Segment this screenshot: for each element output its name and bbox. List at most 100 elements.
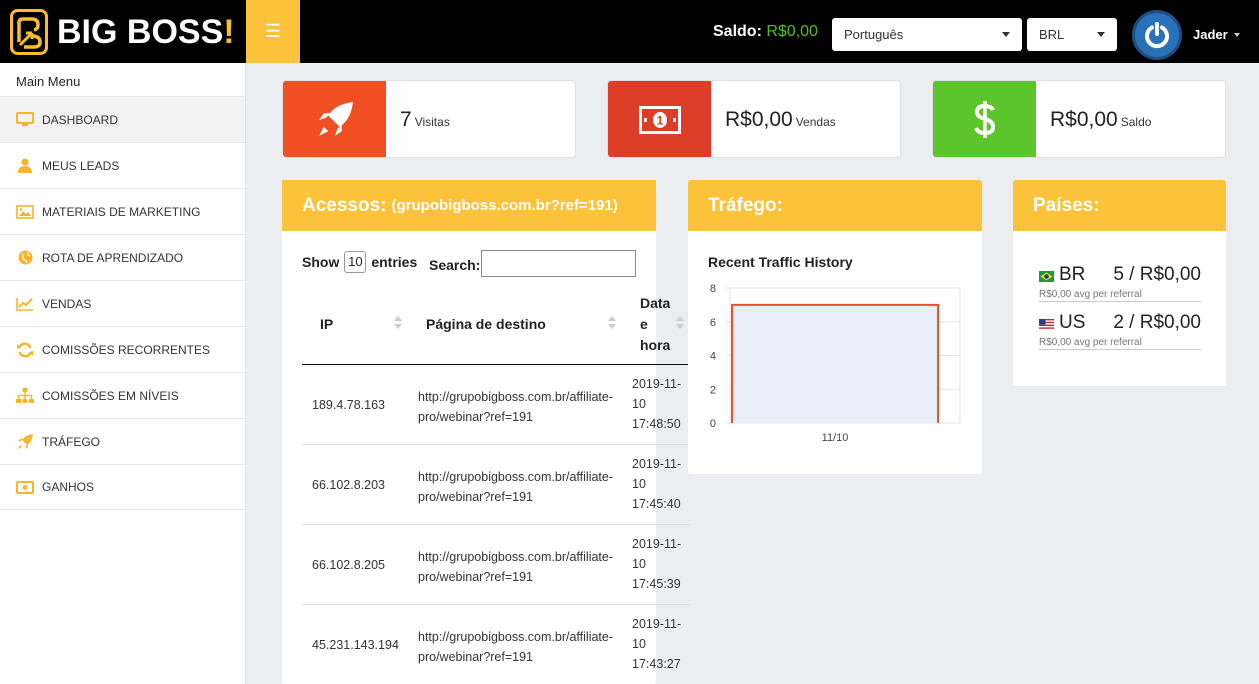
money-bill-icon: 1 [638,106,681,134]
money-icon [16,479,34,495]
stat-value: R$0,00 [725,108,793,131]
us-flag-icon [1039,319,1054,330]
traffic-chart: 0 2 4 6 8 11/10 [710,283,961,444]
cell-url: http://grupobigboss.com.br/affiliate-pro… [418,630,614,664]
image-icon [16,204,34,220]
brand-logo[interactable]: BIG BOSS! [10,9,242,55]
rocket-icon [16,433,34,450]
sidebar-item-meus-leads[interactable]: MEUS LEADS [0,142,245,188]
sidebar: Main Menu DASHBOARD MEUS LEADS MATERIAIS… [0,63,246,684]
cell-datetime: 2019-11-10 17:43:27 [632,617,682,671]
menu-toggle-button[interactable]: ☰ [246,0,300,63]
sidebar-item-materiais[interactable]: MATERIAIS DE MARKETING [0,188,245,234]
stat-value: R$0,00 [1050,108,1118,131]
dollar-icon [973,101,995,138]
sidebar-item-ganhos[interactable]: GANHOS [0,464,245,510]
cell-ip: 66.102.8.203 [312,478,385,492]
cell-url: http://grupobigboss.com.br/affiliate-pro… [418,390,614,424]
table-row: 189.4.78.163 http://grupobigboss.com.br/a… [302,365,690,445]
power-icon [1145,22,1169,49]
country-code: BR [1059,264,1086,285]
sidebar-item-dashboard[interactable]: DASHBOARD [0,96,245,142]
column-header-ip[interactable]: IP [320,316,333,332]
chart-title: Recent Traffic History [708,254,853,270]
chevron-down-icon [1233,32,1240,37]
hamburger-icon: ☰ [264,21,282,41]
paises-title: Países: [1033,194,1100,216]
trafego-panel: Tráfego: Recent Traffic History 0 2 4 6 8 11/… [688,180,982,474]
x-tick-label: 11/10 [822,432,849,444]
paises-panel: Países: BR 5 / R$0,00 R$0,00 avg per ref… [1013,180,1226,386]
stat-tile-visitas [283,81,386,157]
language-select[interactable]: Português [832,18,1022,51]
sidebar-item-comissoes-recorrentes[interactable]: COMISSÕES RECORRENTES [0,326,245,372]
stat-label: Visitas [414,115,450,129]
header-saldo: Saldo: R$0,00 [713,23,818,40]
brand-name: BIG BOSS! [57,12,235,51]
acessos-header: Acessos: (grupobigboss.com.br?ref=191) [282,180,656,231]
sort-icon[interactable] [676,316,684,330]
stat-tile-saldo [933,81,1036,157]
table-row: 66.102.8.203 http://grupobigboss.com.br/a… [302,445,690,525]
saldo-value: R$0,00 [766,23,818,40]
cell-datetime: 2019-11-10 17:45:40 [632,457,682,511]
trafego-title: Tráfego: [708,194,783,216]
avatar[interactable] [1132,10,1182,60]
cell-ip: 66.102.8.205 [312,558,385,572]
y-tick-label: 0 [710,418,716,430]
stat-label: Saldo [1120,115,1152,129]
acessos-title: Acessos: [302,194,387,216]
stat-label: Vendas [795,115,836,129]
cell-url: http://grupobigboss.com.br/affiliate-pro… [418,470,614,504]
country-row-br: BR 5 / R$0,00 R$0,00 avg per referral [1039,254,1201,302]
acessos-panel: Acessos: (grupobigboss.com.br?ref=191) S… [282,180,690,684]
y-tick-label: 4 [710,351,716,363]
currency-select[interactable]: BRL [1027,18,1117,51]
country-avg: R$0,00 avg per referral [1039,289,1142,300]
sidebar-item-comissoes-niveis[interactable]: COMISSÕES EM NÍVEIS [0,372,245,418]
sidebar-item-trafego[interactable]: TRÁFEGO [0,418,245,464]
entries-select[interactable]: 10 [344,251,367,273]
y-tick-label: 2 [710,384,716,396]
chevron-down-icon [1002,32,1010,37]
search-label: Search: [429,257,481,273]
acessos-subtitle: (grupobigboss.com.br?ref=191) [391,197,618,214]
top-bar: BIG BOSS! ☰ Saldo: R$0,00 Português BRL … [0,0,1259,63]
sidebar-item-vendas[interactable]: VENDAS [0,280,245,326]
sitemap-icon [16,388,34,404]
rocket-icon [318,102,353,136]
chevron-down-icon [1097,32,1105,37]
table-row: 45.231.143.194 http://grupobigboss.com.br… [302,605,690,684]
brazil-flag-icon [1039,271,1054,282]
column-header-pagina[interactable]: Página de destino [426,316,546,332]
sort-icon[interactable] [608,316,616,330]
entries-control: Show 10 entries [302,251,417,273]
sidebar-item-rota[interactable]: ROTA DE APRENDIZADO [0,234,245,280]
cell-ip: 189.4.78.163 [312,398,385,412]
sort-icon[interactable] [394,316,402,330]
paises-header: Países: [1013,180,1226,231]
cell-url: http://grupobigboss.com.br/affiliate-pro… [418,550,614,584]
refresh-icon [16,342,34,358]
trafego-header: Tráfego: [688,180,982,231]
user-menu[interactable]: Jader [1193,27,1240,42]
globe-icon [16,250,34,266]
cell-ip: 45.231.143.194 [312,638,399,652]
stat-card-saldo: R$0,00 Saldo [932,80,1226,158]
logo-mark-icon [10,9,48,55]
monitor-icon [16,112,34,128]
y-tick-label: 6 [710,317,716,329]
column-header-data[interactable]: Data e hora [640,293,670,356]
country-avg: R$0,00 avg per referral [1039,337,1142,348]
user-icon [16,158,34,174]
stat-card-visitas: 7 Visitas [282,80,576,158]
area-fill [732,304,938,423]
country-value: 2 / R$0,00 [1113,312,1201,333]
country-code: US [1059,312,1086,333]
stat-tile-vendas: 1 [608,81,711,157]
search-input[interactable] [481,250,636,277]
country-row-us: US 2 / R$0,00 R$0,00 avg per referral [1039,302,1201,350]
stat-value: 7 [400,108,412,131]
table-row: 66.102.8.205 http://grupobigboss.com.br/a… [302,525,690,605]
sidebar-title: Main Menu [16,74,81,89]
